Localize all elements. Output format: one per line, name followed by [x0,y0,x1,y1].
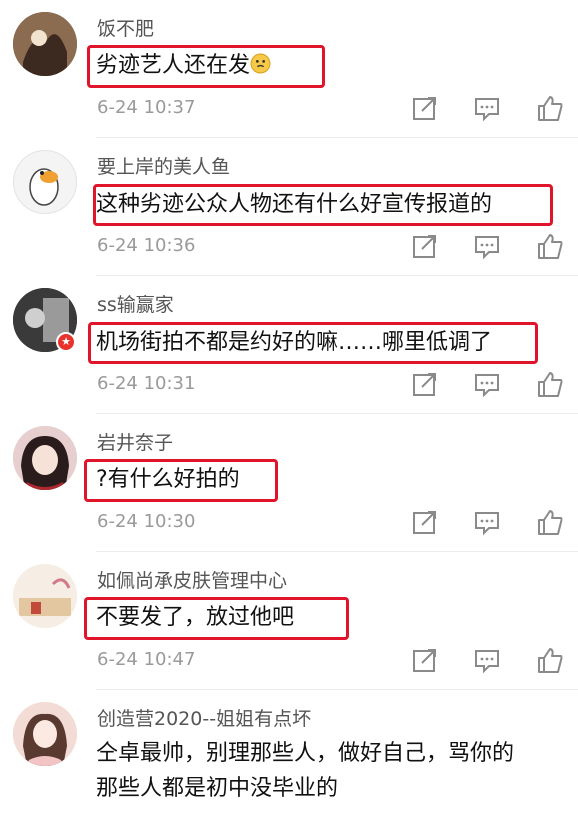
username[interactable]: 要上岸的美人鱼 [97,152,230,179]
repost-icon[interactable] [410,369,440,399]
comment-icon[interactable] [472,645,502,675]
timestamp: 6-24 10:37 [97,97,196,118]
like-icon[interactable] [535,645,565,675]
username[interactable]: 饭不肥 [97,14,154,41]
verified-badge: ★ [56,332,76,352]
like-icon[interactable] [535,369,565,399]
comment-text: ?有什么好拍的 [96,467,240,492]
comment-text-line-2: 那些人都是初中没毕业的 [96,776,339,801]
username[interactable]: 岩井奈子 [97,428,173,455]
username[interactable]: ss输赢家 [97,290,174,317]
thinking-face-emoji [250,53,271,74]
repost-icon[interactable] [410,231,440,261]
comment-item: 如佩尚承皮肤管理中心 不要发了，放过他吧 6-24 10:47 [0,552,578,690]
timestamp: 6-24 10:47 [97,649,196,670]
comment-text: 劣迹艺人还在发 [96,53,271,79]
timestamp: 6-24 10:31 [97,373,196,394]
comment-text: 不要发了，放过他吧 [96,605,295,630]
comment-item: 岩井奈子 ?有什么好拍的 6-24 10:30 [0,414,578,552]
comment-item: 饭不肥 劣迹艺人还在发 6-24 10:37 [0,0,578,138]
like-icon[interactable] [535,231,565,261]
avatar[interactable] [13,150,77,214]
timestamp: 6-24 10:36 [97,235,196,256]
comment-text-content: 劣迹艺人还在发 [96,53,251,78]
avatar[interactable] [13,702,77,766]
avatar[interactable] [13,564,77,628]
avatar[interactable] [13,426,77,490]
repost-icon[interactable] [410,507,440,537]
comment-item: 要上岸的美人鱼 这种劣迹公众人物还有什么好宣传报道的 6-24 10:36 [0,138,578,276]
repost-icon[interactable] [410,645,440,675]
comment-text: 机场街拍不都是约好的嘛……哪里低调了 [96,330,493,355]
comment-icon[interactable] [472,507,502,537]
comment-item: ★ ss输赢家 机场街拍不都是约好的嘛……哪里低调了 6-24 10:31 [0,276,578,414]
comment-text: 这种劣迹公众人物还有什么好宣传报道的 [96,192,493,217]
like-icon[interactable] [535,93,565,123]
avatar[interactable] [13,12,77,76]
comment-icon[interactable] [472,231,502,261]
comment-icon[interactable] [472,369,502,399]
comment-icon[interactable] [472,93,502,123]
comment-item: 创造营2020--姐姐有点坏 仝卓最帅，别理那些人，做好自己，骂你的 那些人都是… [0,690,578,815]
username[interactable]: 如佩尚承皮肤管理中心 [97,566,287,593]
like-icon[interactable] [535,507,565,537]
username[interactable]: 创造营2020--姐姐有点坏 [97,704,311,731]
comment-text-line-1: 仝卓最帅，别理那些人，做好自己，骂你的 [96,741,515,766]
timestamp: 6-24 10:30 [97,511,196,532]
repost-icon[interactable] [410,93,440,123]
